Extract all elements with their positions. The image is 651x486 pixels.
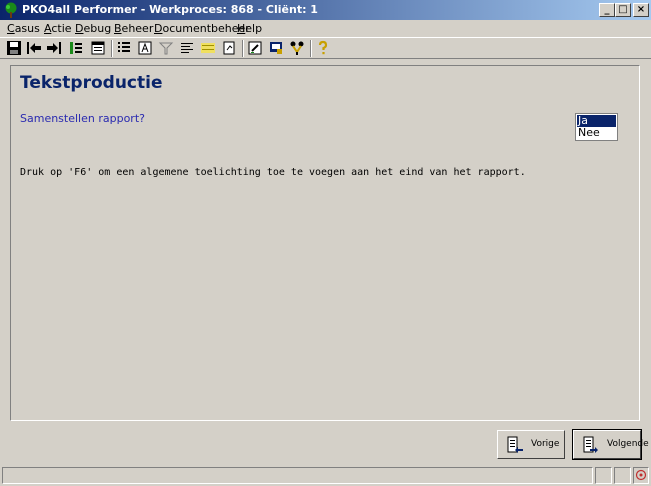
- status-pane: [614, 467, 631, 484]
- menu-help-label: elp: [245, 22, 263, 35]
- status-pane: [595, 467, 612, 484]
- align-left-icon[interactable]: [179, 40, 195, 56]
- page-title: Tekstproductie: [20, 73, 163, 93]
- text-box-icon[interactable]: [137, 40, 153, 56]
- option-nee[interactable]: Nee: [577, 127, 616, 139]
- toolbar-separator: [111, 40, 113, 57]
- menu-help[interactable]: Help: [237, 22, 262, 35]
- menu-beheer-label: eheer: [121, 22, 154, 35]
- maximize-button[interactable]: □: [615, 3, 631, 17]
- status-indicator: [633, 467, 649, 484]
- status-icon: [635, 469, 647, 481]
- help-icon[interactable]: [315, 40, 331, 56]
- transfer-icon[interactable]: [289, 40, 305, 56]
- instruction-text: Druk op 'F6' om een algemene toelichting…: [20, 167, 526, 178]
- tree-list-icon[interactable]: [68, 40, 84, 56]
- forward-arrow-icon[interactable]: [46, 40, 62, 56]
- next-button[interactable]: Volgende: [572, 429, 649, 460]
- menu-actie-label: ctie: [51, 22, 72, 35]
- edit-form-icon[interactable]: [247, 40, 263, 56]
- menu-beheer-accel: B: [114, 22, 122, 35]
- next-page-icon: [583, 436, 598, 453]
- previous-label: Vorige: [531, 439, 560, 449]
- save-icon[interactable]: [6, 40, 22, 56]
- menu-bar: Casus Actie Debug Beheer Documentbeheer …: [0, 20, 651, 37]
- toolbar-separator: [242, 40, 244, 57]
- list-icon[interactable]: [116, 40, 132, 56]
- menu-casus-accel: C: [7, 22, 15, 35]
- toolbar: [0, 37, 651, 59]
- menu-documentbeheer[interactable]: Documentbeheer: [154, 22, 250, 35]
- menu-beheer[interactable]: Beheer: [114, 22, 153, 35]
- screen-icon[interactable]: [268, 40, 284, 56]
- next-label: Volgende: [607, 439, 649, 449]
- window-title: PKO4all Performer - Werkproces: 868 - Cl…: [22, 3, 318, 16]
- menu-casus[interactable]: Casus: [7, 22, 40, 35]
- minimize-button[interactable]: _: [599, 3, 615, 17]
- previous-page-icon: [507, 436, 523, 453]
- close-button[interactable]: ×: [633, 3, 649, 17]
- question-label: Samenstellen rapport?: [20, 112, 145, 125]
- status-pane-main: [2, 467, 593, 484]
- previous-button[interactable]: Vorige: [497, 430, 565, 459]
- filter-icon[interactable]: [158, 40, 174, 56]
- toolbar-separator: [310, 40, 312, 57]
- answer-listbox[interactable]: Ja Nee: [575, 113, 618, 141]
- menu-debug-label: ebug: [83, 22, 112, 35]
- menu-casus-label: asus: [14, 22, 40, 35]
- back-arrow-icon[interactable]: [26, 40, 42, 56]
- highlight-icon[interactable]: [200, 40, 216, 56]
- calendar-icon[interactable]: [90, 40, 106, 56]
- status-bar: [0, 465, 651, 486]
- document-icon[interactable]: [221, 40, 237, 56]
- tree-icon: [5, 2, 17, 18]
- menu-debug[interactable]: Debug: [75, 22, 111, 35]
- menu-actie[interactable]: Actie: [44, 22, 72, 35]
- title-bar[interactable]: PKO4all Performer - Werkproces: 868 - Cl…: [0, 0, 651, 20]
